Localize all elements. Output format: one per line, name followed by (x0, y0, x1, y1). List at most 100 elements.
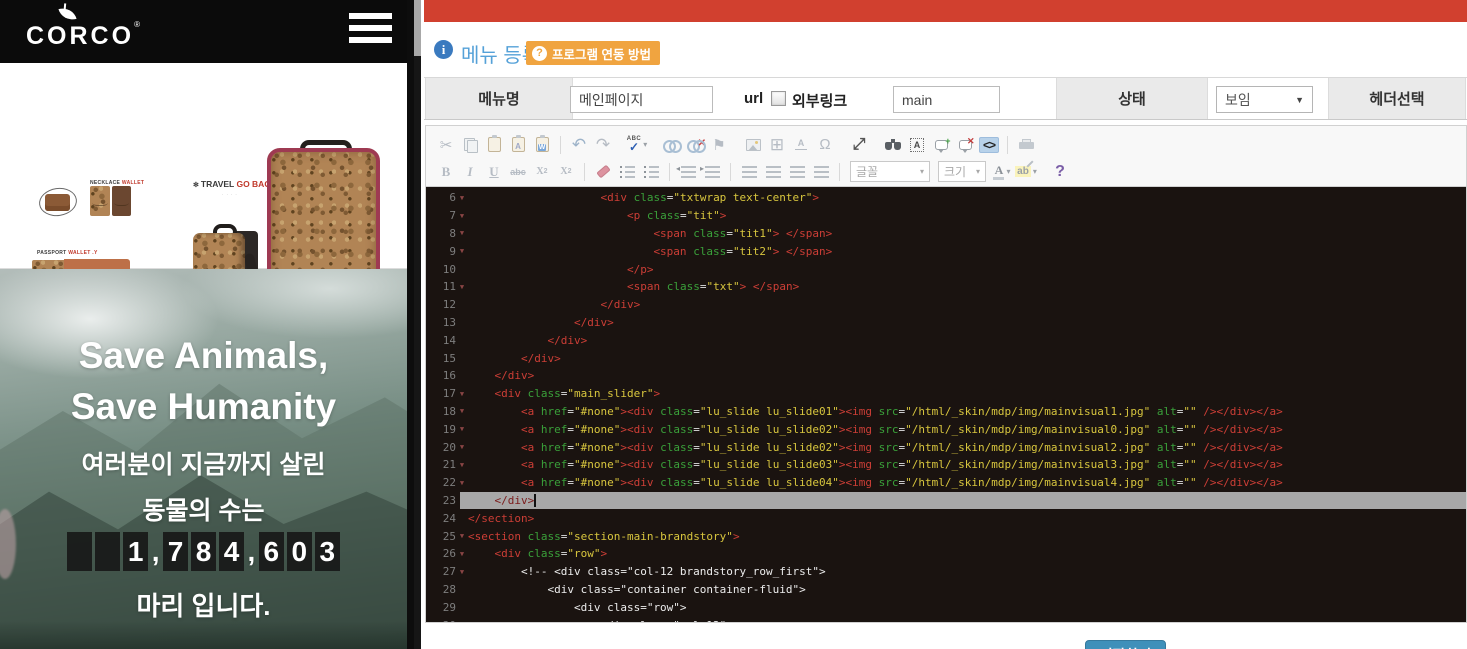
code-line-21[interactable]: 21▼ <a href="#none"><div class="lu_slide… (426, 456, 1466, 474)
spellcheck-icon[interactable]: ABC✓▾ (626, 134, 648, 156)
fold-toggle-icon[interactable]: ▼ (456, 425, 468, 433)
toolbar-row-1: ✂ A W ↶ ↷ ABC✓▾ ✕ ⚑ ⊞ (434, 131, 1458, 158)
source-code-area[interactable]: 6▼ <div class="txtwrap text-center">7▼ <… (426, 187, 1466, 622)
remove-format-icon[interactable] (592, 161, 614, 183)
code-line-28[interactable]: 28 <div class="container container-fluid… (426, 581, 1466, 599)
special-char-icon[interactable]: Ω (814, 134, 836, 156)
insert-table-icon[interactable]: ⊞ (766, 134, 788, 156)
hero-title-line2: Save Humanity (0, 386, 407, 428)
product-slider[interactable]: NECKLACE WALLET PASSPORT WALLET .Y ✻TRAV… (0, 63, 407, 269)
code-line-10[interactable]: 10 </p> (426, 260, 1466, 278)
find-replace-icon[interactable] (882, 134, 904, 156)
registered-mark: ® (134, 20, 140, 29)
cut-icon[interactable]: ✂ (435, 134, 457, 156)
fold-toggle-icon[interactable]: ▼ (456, 532, 468, 540)
fold-toggle-icon[interactable]: ▼ (456, 283, 468, 291)
italic-icon[interactable]: I (459, 161, 481, 183)
fold-toggle-icon[interactable]: ▼ (456, 461, 468, 469)
help-icon[interactable]: ? (1049, 161, 1071, 183)
subscript-icon[interactable]: X2 (531, 161, 553, 183)
code-line-27[interactable]: 27▼ <!-- <div class="col-12 brandstory_r… (426, 563, 1466, 581)
unlink-icon[interactable]: ✕ (684, 134, 706, 156)
paste-as-text-icon[interactable]: A (507, 134, 529, 156)
scrollbar-thumb[interactable] (414, 0, 421, 56)
remove-word-bubble-icon[interactable]: ✕ (954, 134, 976, 156)
align-left-icon[interactable] (738, 161, 760, 183)
copy-icon[interactable] (459, 134, 481, 156)
numbered-list-icon[interactable] (616, 161, 638, 183)
hamburger-menu-icon[interactable] (349, 13, 392, 49)
undo-icon[interactable]: ↶ (568, 134, 590, 156)
fold-toggle-icon[interactable]: ▼ (456, 479, 468, 487)
bold-icon[interactable]: B (435, 161, 457, 183)
url-input[interactable] (893, 86, 1000, 113)
paste-icon[interactable] (483, 134, 505, 156)
font-family-dropdown[interactable]: 글꼴▾ (850, 161, 930, 182)
align-center-icon[interactable] (762, 161, 784, 183)
counter-digit (95, 532, 120, 571)
fold-toggle-icon[interactable]: ▼ (456, 568, 468, 576)
external-link-checkbox[interactable] (771, 91, 786, 106)
code-line-12[interactable]: 12 </div> (426, 296, 1466, 314)
code-line-19[interactable]: 19▼ <a href="#none"><div class="lu_slide… (426, 420, 1466, 438)
fold-toggle-icon[interactable]: ▼ (456, 247, 468, 255)
code-line-17[interactable]: 17▼ <div class="main_slider"> (426, 385, 1466, 403)
code-line-26[interactable]: 26▼ <div class="row"> (426, 545, 1466, 563)
fold-toggle-icon[interactable]: ▼ (456, 550, 468, 558)
insert-image-icon[interactable] (742, 134, 764, 156)
anchor-flag-icon[interactable]: ⚑ (708, 134, 730, 156)
code-line-24[interactable]: 24</section> (426, 509, 1466, 527)
code-line-9[interactable]: 9▼ <span class="tit2"> </span> (426, 242, 1466, 260)
code-line-6[interactable]: 6▼ <div class="txtwrap text-center"> (426, 189, 1466, 207)
bulleted-list-icon[interactable] (640, 161, 662, 183)
fold-toggle-icon[interactable]: ▼ (456, 407, 468, 415)
redo-icon[interactable]: ↷ (592, 134, 614, 156)
fold-toggle-icon[interactable]: ▼ (456, 390, 468, 398)
indent-icon[interactable]: ▸ (701, 161, 723, 183)
align-right-icon[interactable] (786, 161, 808, 183)
program-link-help-button[interactable]: ? 프로그램 연동 방법 (526, 41, 660, 65)
fold-toggle-icon[interactable]: ▼ (456, 194, 468, 202)
save-button[interactable]: 저장하기 (1085, 640, 1166, 649)
underline-icon[interactable]: U (483, 161, 505, 183)
fold-toggle-icon[interactable]: ▼ (456, 229, 468, 237)
url-label: url (744, 90, 763, 107)
print-icon[interactable] (1015, 134, 1037, 156)
maximize-icon[interactable]: ⤢ (848, 134, 870, 156)
scrollbar-track[interactable] (414, 0, 421, 649)
code-line-22[interactable]: 22▼ <a href="#none"><div class="lu_slide… (426, 474, 1466, 492)
fold-toggle-icon[interactable]: ▼ (456, 443, 468, 451)
code-line-30[interactable]: 30 <div class="col-12"> (426, 616, 1466, 622)
code-line-25[interactable]: 25▼<section class="section-main-brandsto… (426, 527, 1466, 545)
menu-name-input[interactable] (570, 86, 713, 113)
code-line-8[interactable]: 8▼ <span class="tit1"> </span> (426, 225, 1466, 243)
code-line-20[interactable]: 20▼ <a href="#none"><div class="lu_slide… (426, 438, 1466, 456)
code-line-29[interactable]: 29 <div class="row"> (426, 598, 1466, 616)
outdent-icon[interactable]: ◂ (677, 161, 699, 183)
code-line-14[interactable]: 14 </div> (426, 331, 1466, 349)
code-line-18[interactable]: 18▼ <a href="#none"><div class="lu_slide… (426, 403, 1466, 421)
add-word-bubble-icon[interactable]: + (930, 134, 952, 156)
horizontal-rule-icon[interactable]: A (790, 134, 812, 156)
counter-digit: 4 (219, 532, 244, 571)
brand-logo[interactable]: CORCO® (26, 6, 140, 35)
text-color-icon[interactable]: A▾ (991, 161, 1013, 183)
select-all-icon[interactable]: A (906, 134, 928, 156)
paste-from-word-icon[interactable]: W (531, 134, 553, 156)
code-line-16[interactable]: 16 </div> (426, 367, 1466, 385)
status-select[interactable]: 보임 ▼ (1216, 86, 1313, 113)
source-view-button[interactable]: <> (978, 134, 1000, 156)
fold-toggle-icon[interactable]: ▼ (456, 212, 468, 220)
link-icon[interactable] (660, 134, 682, 156)
code-line-23[interactable]: 23 </div> (426, 492, 1466, 510)
code-line-13[interactable]: 13 </div> (426, 314, 1466, 332)
superscript-icon[interactable]: X2 (555, 161, 577, 183)
align-justify-icon[interactable] (810, 161, 832, 183)
code-line-7[interactable]: 7▼ <p class="tit"> (426, 207, 1466, 225)
code-line-15[interactable]: 15 </div> (426, 349, 1466, 367)
font-size-dropdown[interactable]: 크기▾ (938, 161, 986, 182)
code-line-11[interactable]: 11▼ <span class="txt"> </span> (426, 278, 1466, 296)
strikethrough-icon[interactable]: abc (507, 161, 529, 183)
editor-toolbar: ✂ A W ↶ ↷ ABC✓▾ ✕ ⚑ ⊞ (426, 126, 1466, 187)
highlight-color-icon[interactable]: ab▾ (1015, 161, 1037, 183)
